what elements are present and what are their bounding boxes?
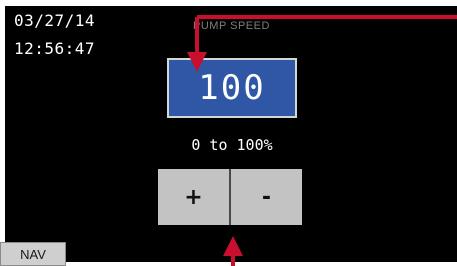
range-label: 0 to 100% — [191, 136, 273, 154]
hmi-screen: 03/27/14 12:56:47 PUMP SPEED 100 0 to 10… — [5, 6, 457, 262]
increase-button[interactable]: + — [158, 169, 229, 225]
nav-button[interactable]: NAV — [0, 242, 66, 266]
time-display: 12:56:47 — [14, 39, 96, 58]
pump-speed-value-button[interactable]: 100 — [167, 58, 297, 118]
decrease-button[interactable]: - — [231, 169, 302, 225]
date-display: 03/27/14 — [14, 11, 96, 30]
screen-title: PUMP SPEED — [193, 20, 270, 32]
screenshot-frame: 03/27/14 12:56:47 PUMP SPEED 100 0 to 10… — [0, 0, 457, 266]
